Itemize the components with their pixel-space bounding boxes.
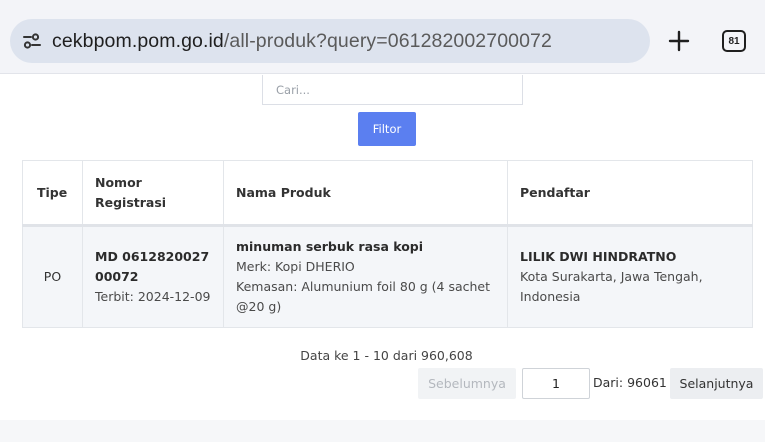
cell-tipe: PO: [22, 225, 83, 328]
url-path: /all-produk?query=061282002700072: [223, 29, 552, 52]
status-bar: [0, 0, 765, 10]
tab-switcher-icon[interactable]: 81: [722, 30, 746, 52]
product-brand: Merk: Kopi DHERIO: [236, 259, 355, 274]
url-text[interactable]: cekbpom.pom.go.id/all-produk?query=06128…: [52, 30, 552, 53]
pagination-info: Data ke 1 - 10 dari 960,608: [300, 348, 473, 363]
page-content: Filtor Tipe Nomor Registrasi Nama Produk…: [0, 75, 765, 420]
next-page-button[interactable]: Selanjutnya: [670, 368, 763, 399]
registrant-address: Kota Surakarta, Jawa Tengah, Indonesia: [520, 269, 703, 304]
cell-pendaftar: LILIK DWI HINDRATNO Kota Surakarta, Jawa…: [507, 225, 753, 328]
tune-icon[interactable]: [22, 32, 42, 50]
address-bar[interactable]: cekbpom.pom.go.id/all-produk?query=06128…: [10, 19, 650, 63]
header-pendaftar: Pendaftar: [507, 160, 753, 227]
url-host: cekbpom.pom.go.id: [52, 29, 224, 52]
search-input[interactable]: [262, 75, 523, 105]
cell-nomor: MD 061282002700072 Terbit: 2024-12-09: [82, 225, 224, 328]
product-table: Tipe Nomor Registrasi Nama Produk Pendaf…: [22, 160, 753, 328]
registrant-name: LILIK DWI HINDRATNO: [520, 249, 677, 264]
product-packaging: Kemasan: Alumunium foil 80 g (4 sachet @…: [236, 279, 491, 314]
total-pages-label: Dari: 96061: [593, 375, 667, 390]
header-tipe: Tipe: [22, 160, 83, 227]
tab-count: 81: [728, 35, 740, 47]
filter-button[interactable]: Filtor: [358, 112, 416, 146]
issue-date: Terbit: 2024-12-09: [95, 289, 211, 304]
page-number-input[interactable]: [522, 368, 590, 399]
cell-nama: minuman serbuk rasa kopi Merk: Kopi DHER…: [223, 225, 508, 328]
header-nama-produk: Nama Produk: [223, 160, 508, 227]
browser-toolbar: cekbpom.pom.go.id/all-produk?query=06128…: [0, 10, 765, 74]
previous-page-button[interactable]: Sebelumnya: [418, 368, 516, 399]
registration-number: MD 061282002700072: [95, 249, 210, 284]
header-nomor-registrasi: Nomor Registrasi: [82, 160, 224, 227]
table-row[interactable]: PO MD 061282002700072 Terbit: 2024-12-09…: [22, 225, 753, 328]
product-name: minuman serbuk rasa kopi: [236, 239, 424, 254]
page-footer: [0, 420, 765, 442]
plus-icon[interactable]: [664, 26, 694, 56]
table-header-row: Tipe Nomor Registrasi Nama Produk Pendaf…: [22, 160, 753, 227]
